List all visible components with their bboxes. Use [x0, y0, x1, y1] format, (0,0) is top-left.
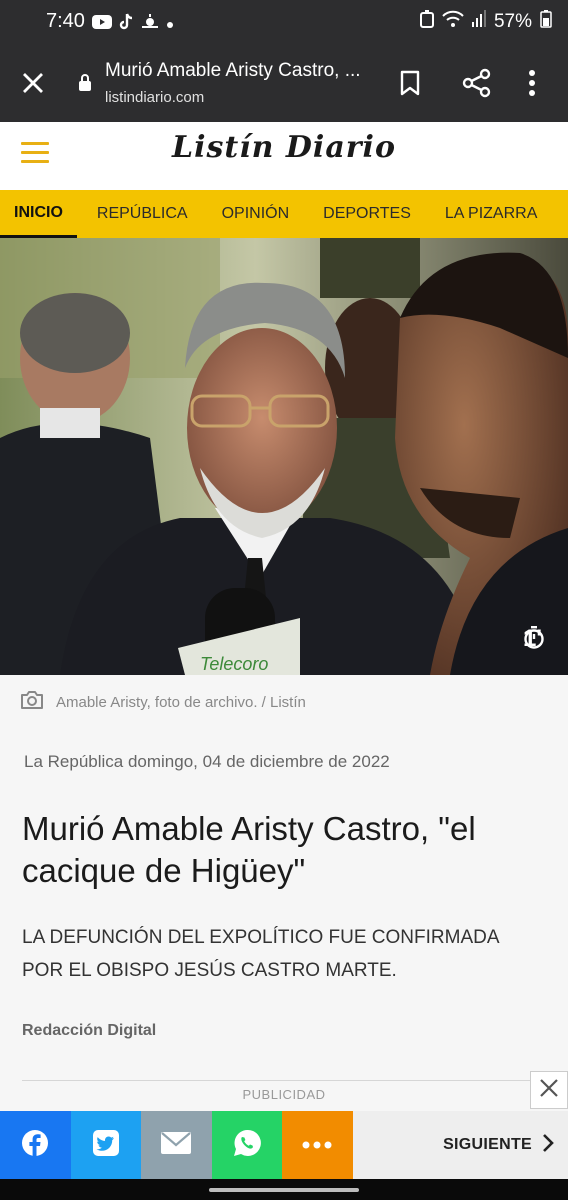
- site-logo[interactable]: Listín Diario: [0, 130, 568, 165]
- signal-icon: [471, 10, 486, 34]
- camera-icon: [20, 690, 44, 714]
- twitter-share-button[interactable]: [70, 1111, 141, 1179]
- ad-label: PUBLICIDAD: [242, 1087, 326, 1102]
- nav-item-deportes[interactable]: DEPORTES: [303, 190, 425, 238]
- section-nav: INICIO REPÚBLICA OPINIÓN DEPORTES LA PIZ…: [0, 190, 568, 238]
- article-headline: Murió Amable Aristy Castro, "el cacique …: [22, 810, 476, 889]
- close-icon: [539, 1078, 559, 1103]
- more-icon: [302, 1136, 332, 1154]
- lock-icon: [78, 74, 92, 97]
- nav-item-inicio[interactable]: INICIO: [0, 190, 77, 238]
- twitter-icon: [92, 1129, 120, 1162]
- battery-label: 57%: [493, 11, 532, 32]
- facebook-icon: [21, 1129, 49, 1162]
- battery-icon: [540, 10, 552, 34]
- nav-item-opinion[interactable]: OPINIÓN: [202, 190, 304, 238]
- article-hero-image[interactable]: Telecoro 1': [0, 238, 568, 675]
- whatsapp-icon: [232, 1128, 262, 1163]
- share-icon[interactable]: [462, 68, 492, 103]
- chevron-right-icon: [542, 1133, 554, 1158]
- page-url[interactable]: listindiario.com: [105, 89, 204, 106]
- nav-item-la-pizarra[interactable]: LA PIZARRA: [425, 190, 551, 238]
- caption-text: Amable Aristy, foto de archivo. / Listín: [56, 693, 306, 711]
- article-meta: La República domingo, 04 de diciembre de…: [24, 752, 390, 771]
- home-gesture-handle[interactable]: [209, 1188, 359, 1192]
- weather-icon: [140, 14, 160, 35]
- alarm-icon: [419, 10, 434, 34]
- status-bar: 7:40 57%: [0, 0, 568, 46]
- nav-item-republica[interactable]: REPÚBLICA: [77, 190, 202, 238]
- read-time: 1': [523, 625, 548, 653]
- email-share-button[interactable]: [141, 1111, 212, 1179]
- bookmark-icon[interactable]: [398, 70, 422, 101]
- next-label: SIGUIENTE: [443, 1136, 532, 1153]
- email-icon: [160, 1131, 192, 1160]
- more-share-button[interactable]: [282, 1111, 353, 1179]
- youtube-icon: [92, 14, 112, 35]
- share-bar: SIGUIENTE: [0, 1111, 568, 1179]
- ad-divider: [22, 1080, 544, 1081]
- ad-close-button[interactable]: [530, 1071, 568, 1109]
- wifi-icon: [442, 10, 464, 34]
- system-nav-bar: [0, 1179, 568, 1200]
- article-author[interactable]: Redacción Digital: [22, 1022, 156, 1040]
- tiktok-icon: [118, 13, 134, 36]
- browser-toolbar: Murió Amable Aristy Castro, ... listindi…: [0, 46, 568, 122]
- facebook-share-button[interactable]: [0, 1111, 71, 1179]
- dot-icon: [166, 16, 174, 34]
- whatsapp-share-button[interactable]: [211, 1111, 282, 1179]
- next-article-button[interactable]: SIGUIENTE: [353, 1111, 568, 1179]
- article-subtitle: LA DEFUNCIÓN DEL EXPOLÍTICO FUE CONFIRMA…: [22, 927, 499, 981]
- image-caption: Amable Aristy, foto de archivo. / Listín: [20, 690, 306, 714]
- status-time: 7:40: [46, 10, 85, 32]
- more-options-icon[interactable]: [528, 68, 536, 103]
- site-header: Listín Diario: [0, 122, 568, 190]
- close-icon[interactable]: [20, 70, 46, 101]
- page-title[interactable]: Murió Amable Aristy Castro, ...: [105, 60, 375, 82]
- svg-text:Telecoro: Telecoro: [200, 654, 268, 674]
